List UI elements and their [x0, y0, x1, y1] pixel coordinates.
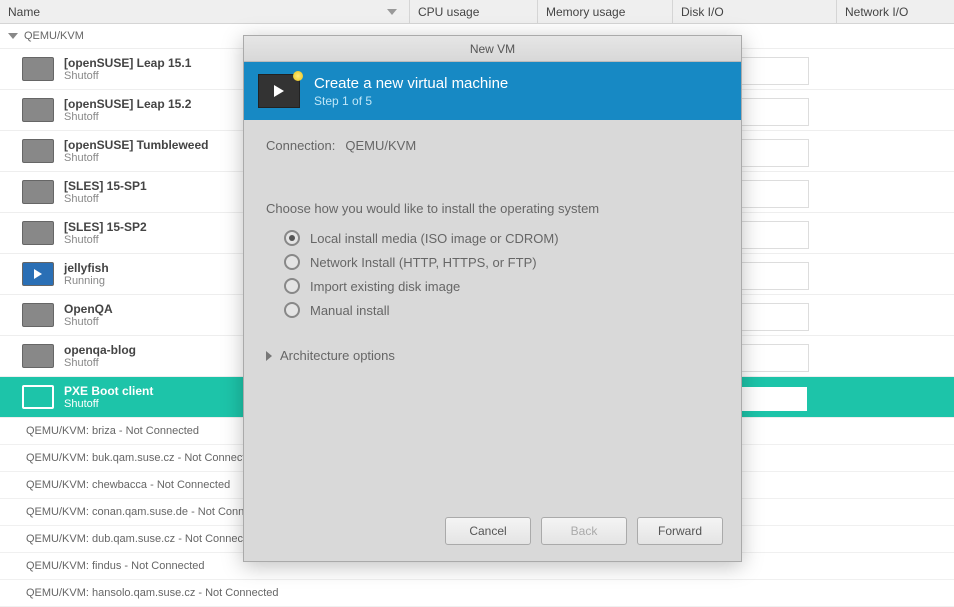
cancel-button[interactable]: Cancel	[445, 517, 531, 545]
forward-button[interactable]: Forward	[637, 517, 723, 545]
connection-value: QEMU/KVM	[345, 138, 416, 153]
install-option-radio[interactable]: Manual install	[284, 302, 719, 318]
column-name-label: Name	[8, 5, 40, 19]
dialog-body: Connection: QEMU/KVM Choose how you woul…	[244, 120, 741, 381]
radio-label: Local install media (ISO image or CDROM)	[310, 231, 559, 246]
column-network[interactable]: Network I/O	[837, 0, 954, 23]
install-option-radio[interactable]: Network Install (HTTP, HTTPS, or FTP)	[284, 254, 719, 270]
column-disk-label: Disk I/O	[681, 5, 724, 19]
radio-icon	[284, 230, 300, 246]
monitor-icon	[22, 180, 54, 204]
install-method-radio-group: Local install media (ISO image or CDROM)…	[284, 230, 719, 318]
back-button-label: Back	[571, 524, 598, 538]
monitor-icon	[22, 385, 54, 409]
install-option-radio[interactable]: Local install media (ISO image or CDROM)	[284, 230, 719, 246]
column-net-label: Network I/O	[845, 5, 908, 19]
expand-triangle-icon	[8, 33, 18, 39]
new-star-icon	[293, 71, 303, 81]
radio-icon	[284, 254, 300, 270]
dialog-step: Step 1 of 5	[314, 94, 508, 108]
dialog-banner: Create a new virtual machine Step 1 of 5	[244, 62, 741, 120]
radio-icon	[284, 302, 300, 318]
dialog-buttons: Cancel Back Forward	[445, 517, 723, 545]
dialog-window-title: New VM	[470, 42, 515, 56]
column-memory[interactable]: Memory usage	[538, 0, 673, 23]
monitor-play-icon	[258, 74, 300, 108]
dialog-titlebar[interactable]: New VM	[244, 36, 741, 62]
table-header: Name CPU usage Memory usage Disk I/O Net…	[0, 0, 954, 24]
dialog-title: Create a new virtual machine	[314, 75, 508, 92]
cancel-button-label: Cancel	[469, 524, 506, 538]
monitor-icon	[22, 344, 54, 368]
new-vm-dialog: New VM Create a new virtual machine Step…	[243, 35, 742, 562]
connection-label: Connection:	[266, 138, 335, 153]
monitor-icon	[22, 221, 54, 245]
radio-label: Network Install (HTTP, HTTPS, or FTP)	[310, 255, 537, 270]
group-label: QEMU/KVM	[24, 30, 84, 42]
chevron-right-icon	[266, 351, 272, 361]
monitor-icon	[22, 139, 54, 163]
monitor-icon	[22, 262, 54, 286]
monitor-icon	[22, 98, 54, 122]
connection-row[interactable]: QEMU/KVM: hansolo.qam.suse.cz - Not Conn…	[0, 580, 954, 607]
radio-icon	[284, 278, 300, 294]
column-disk[interactable]: Disk I/O	[673, 0, 837, 23]
column-cpu-label: CPU usage	[418, 5, 479, 19]
architecture-label: Architecture options	[280, 348, 395, 363]
architecture-options-expander[interactable]: Architecture options	[266, 348, 719, 363]
radio-label: Manual install	[310, 303, 390, 318]
back-button: Back	[541, 517, 627, 545]
install-option-radio[interactable]: Import existing disk image	[284, 278, 719, 294]
radio-label: Import existing disk image	[310, 279, 460, 294]
forward-button-label: Forward	[658, 524, 702, 538]
monitor-icon	[22, 303, 54, 327]
column-cpu[interactable]: CPU usage	[410, 0, 538, 23]
column-mem-label: Memory usage	[546, 5, 625, 19]
monitor-icon	[22, 57, 54, 81]
column-name[interactable]: Name	[0, 0, 410, 23]
sort-arrow-down-icon	[387, 9, 397, 15]
install-instruction: Choose how you would like to install the…	[266, 201, 719, 216]
